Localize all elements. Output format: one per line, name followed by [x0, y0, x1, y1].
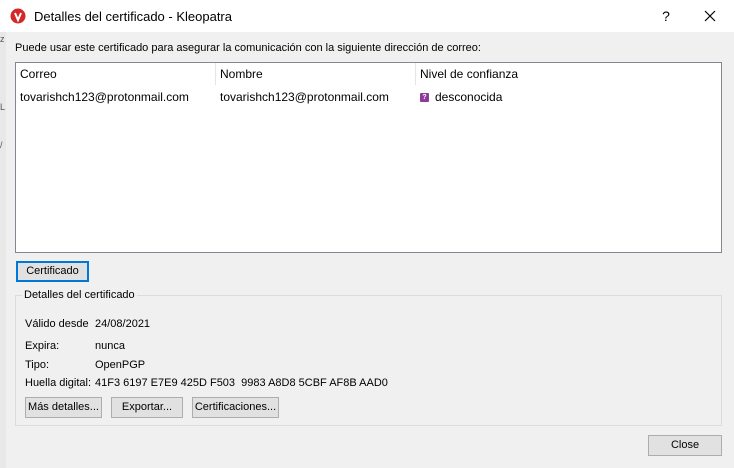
cell-correo: tovarishch123@protonmail.com: [20, 90, 189, 104]
cell-confianza: ? desconocida: [416, 87, 721, 107]
edge-char: /: [0, 140, 3, 150]
edge-char: L: [0, 102, 6, 112]
edge-char: z: [0, 34, 5, 44]
column-header-confianza[interactable]: Nivel de confianza: [416, 63, 721, 85]
list-header: Correo Nombre Nivel de confianza: [16, 63, 721, 85]
trust-level-text: desconocida: [435, 90, 503, 104]
type-label: Tipo:: [25, 359, 50, 371]
unknown-trust-icon: ?: [420, 93, 429, 103]
close-window-icon[interactable]: [696, 4, 724, 28]
window-title: Detalles del certificado - Kleopatra: [34, 9, 232, 24]
expires-label: Expira:: [25, 340, 60, 352]
valid-from-label: Válido desde: [25, 318, 89, 330]
column-header-correo[interactable]: Correo: [16, 63, 216, 85]
table-row[interactable]: tovarishch123@protonmail.com tovarishch1…: [16, 87, 721, 107]
valid-from-value: 24/08/2021: [95, 318, 151, 330]
expires-value: nunca: [95, 340, 125, 352]
fingerprint-value: 41F3 6197 E7E9 425D F503 9983 A8D8 5CBF …: [95, 377, 388, 389]
export-button[interactable]: Exportar...: [111, 397, 183, 418]
fingerprint-label: Huella digital:: [25, 377, 92, 389]
background-window-edge: z L /: [0, 32, 6, 468]
column-header-nombre[interactable]: Nombre: [216, 63, 416, 85]
type-value: OpenPGP: [95, 359, 146, 371]
certificado-button[interactable]: Certificado: [16, 261, 89, 282]
certifications-button[interactable]: Certificaciones...: [192, 397, 279, 418]
email-list[interactable]: Correo Nombre Nivel de confianza tovaris…: [15, 62, 722, 253]
help-button[interactable]: ?: [652, 4, 680, 28]
close-button[interactable]: Close: [648, 435, 722, 456]
group-title: Detalles del certificado: [22, 289, 137, 301]
cell-nombre: tovarishch123@protonmail.com: [220, 90, 389, 104]
more-details-button[interactable]: Más detalles...: [25, 397, 102, 418]
kleopatra-app-icon: [10, 8, 26, 24]
title-bar: Detalles del certificado - Kleopatra ?: [0, 0, 734, 32]
intro-text: Puede usar este certificado para asegura…: [15, 42, 481, 54]
